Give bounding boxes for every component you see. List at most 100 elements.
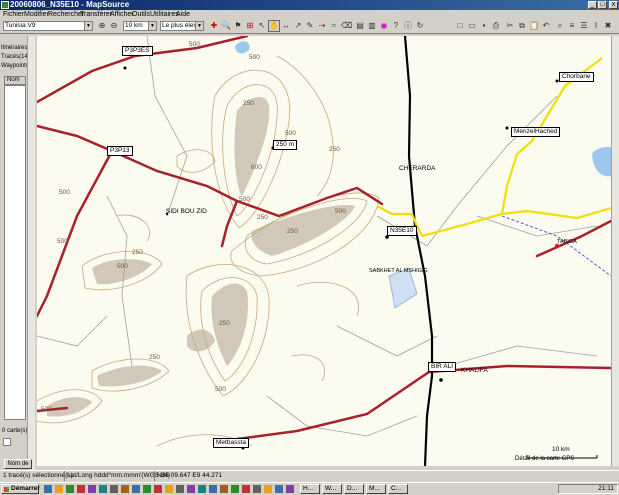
- quicklaunch-icon[interactable]: [253, 485, 261, 493]
- quicklaunch-icon[interactable]: [110, 485, 118, 493]
- menu-transferer[interactable]: Transférer: [80, 10, 112, 19]
- paste-icon[interactable]: 📋: [529, 21, 539, 31]
- properties-icon[interactable]: ≡: [567, 21, 577, 31]
- waypoint-bir-ali[interactable]: BIR ALI: [428, 362, 457, 372]
- menu-outils[interactable]: Outils: [132, 10, 150, 19]
- quicklaunch-icon[interactable]: [242, 485, 250, 493]
- map-tool-icon[interactable]: ✚: [209, 21, 219, 31]
- pencil-icon[interactable]: ✎: [305, 21, 315, 31]
- quicklaunch-icon[interactable]: [66, 485, 74, 493]
- print-icon[interactable]: ⎙: [491, 21, 501, 31]
- route-tool-icon[interactable]: ⇢: [317, 21, 327, 31]
- undo-icon[interactable]: ↶: [541, 21, 551, 31]
- minimize-button[interactable]: _: [588, 1, 597, 9]
- open-folder-icon[interactable]: ▭: [467, 21, 477, 31]
- menu-aide[interactable]: Aide: [176, 10, 190, 19]
- map-vertical-scrollbar[interactable]: [611, 36, 619, 466]
- zoom-tool-icon[interactable]: 🔍: [221, 21, 231, 31]
- copy-icon[interactable]: ⧉: [517, 21, 527, 31]
- menu-modifier[interactable]: Modifier: [24, 10, 49, 19]
- close-button[interactable]: x: [609, 1, 618, 9]
- redo-icon[interactable]: ↻: [415, 21, 425, 31]
- new-file-icon[interactable]: □: [455, 21, 465, 31]
- quicklaunch-icon[interactable]: [176, 485, 184, 493]
- selection-tool-icon[interactable]: ⊞: [245, 21, 255, 31]
- maximize-button[interactable]: □: [598, 1, 607, 9]
- highway: [403, 36, 434, 466]
- find-icon[interactable]: ⌕: [555, 21, 565, 31]
- delete-icon[interactable]: ✖: [603, 21, 613, 31]
- quicklaunch-icon[interactable]: [44, 485, 52, 493]
- menu-rechercher[interactable]: Rechercher: [48, 10, 84, 19]
- waypoint-tabiga[interactable]: TABIGA: [557, 238, 577, 246]
- waypoint-menzel-hached[interactable]: MenzelHached: [511, 127, 561, 137]
- waypoint-n35e10[interactable]: N35E10: [387, 226, 417, 236]
- quicklaunch-icon[interactable]: [286, 485, 294, 493]
- quicklaunch-icon[interactable]: [88, 485, 96, 493]
- map-canvas[interactable]: [37, 36, 611, 466]
- quicklaunch-icon[interactable]: [275, 485, 283, 493]
- taskbar-item[interactable]: M...: [366, 484, 386, 494]
- name-button[interactable]: Nom de: [4, 459, 32, 469]
- globe-icon[interactable]: ◉: [379, 21, 389, 31]
- erase-icon[interactable]: ⌫: [341, 21, 352, 31]
- hand-tool-icon[interactable]: ✋: [268, 20, 280, 32]
- move-icon[interactable]: ↔: [281, 21, 291, 31]
- graph-icon[interactable]: ⌇: [591, 21, 601, 31]
- menu-fichier[interactable]: Fichier: [3, 10, 24, 19]
- waypoint-p3p13[interactable]: P3P13: [107, 146, 133, 156]
- zoom-in-icon[interactable]: ⊕: [97, 21, 107, 31]
- quicklaunch-icon[interactable]: [77, 485, 85, 493]
- zoom-level-select[interactable]: 10 km ▼: [123, 21, 157, 31]
- waypoint-metbassta[interactable]: Metbassta: [213, 438, 249, 448]
- taskbar-item[interactable]: H...: [300, 484, 320, 494]
- gps-receive-icon[interactable]: ▤: [355, 21, 365, 31]
- quicklaunch-icon[interactable]: [220, 485, 228, 493]
- altitude-mode-select[interactable]: Le plus élevé ▼: [160, 21, 204, 31]
- quicklaunch-icon[interactable]: [231, 485, 239, 493]
- quicklaunch-icon[interactable]: [264, 485, 272, 493]
- track-tool-icon[interactable]: ≈: [329, 21, 339, 31]
- save-icon[interactable]: ▪: [479, 21, 489, 31]
- taskbar: Démarrer H... W... D... M... C... 21:11: [0, 482, 619, 495]
- tracks-list[interactable]: [4, 85, 26, 420]
- waypoint-flag-icon[interactable]: ⚑: [233, 21, 243, 31]
- quicklaunch-icon[interactable]: [187, 485, 195, 493]
- tab-waypoints[interactable]: Waypoints(13): [1, 62, 28, 70]
- select-arrow-icon[interactable]: ↖: [257, 21, 267, 31]
- tab-itineraires[interactable]: Itinéraires: [1, 44, 28, 52]
- menu-afficher[interactable]: Afficher: [110, 10, 134, 19]
- quicklaunch-icon[interactable]: [132, 485, 140, 493]
- zoom-out-icon[interactable]: ⊖: [109, 21, 119, 31]
- list-header[interactable]: Nom: [4, 76, 26, 85]
- gps-send-icon[interactable]: ▥: [367, 21, 377, 31]
- quicklaunch-icon[interactable]: [209, 485, 217, 493]
- scale-label: 10 km: [552, 446, 570, 453]
- include-checkbox[interactable]: [3, 438, 11, 446]
- layers-icon[interactable]: ☰: [579, 21, 589, 31]
- quicklaunch-icon[interactable]: [121, 485, 129, 493]
- tab-traces[interactable]: Tracés(14): [1, 53, 28, 61]
- info-icon[interactable]: ⓘ: [403, 21, 413, 31]
- quicklaunch-icon[interactable]: [143, 485, 151, 493]
- quicklaunch-icon[interactable]: [154, 485, 162, 493]
- quicklaunch-icon[interactable]: [198, 485, 206, 493]
- quicklaunch-icon[interactable]: [55, 485, 63, 493]
- taskbar-item[interactable]: C...: [388, 484, 408, 494]
- help-icon[interactable]: ?: [391, 21, 401, 31]
- cut-icon[interactable]: ✂: [505, 21, 515, 31]
- measure-icon[interactable]: ↗: [293, 21, 303, 31]
- quicklaunch-icon[interactable]: [99, 485, 107, 493]
- taskbar-item[interactable]: W...: [322, 484, 342, 494]
- mapsource-app-icon: [1, 1, 9, 9]
- quicklaunch-icon[interactable]: [165, 485, 173, 493]
- map-product-value: Tunisia V9: [5, 22, 36, 29]
- panel-scrollbar[interactable]: [27, 36, 35, 470]
- taskbar-item[interactable]: D...: [344, 484, 364, 494]
- map-product-select[interactable]: Tunisia V9 ▼: [3, 21, 93, 31]
- menu-utilitaires[interactable]: Utilitaires: [150, 10, 179, 19]
- waypoint-chorbane[interactable]: Chorbane: [559, 72, 594, 82]
- map-view[interactable]: CHERARDA SIDI BOU ZID SABKHET AL MSHIGIG…: [37, 36, 611, 466]
- waypoint-p3p3es[interactable]: P3P3ES: [122, 46, 153, 56]
- start-button[interactable]: Démarrer: [1, 484, 40, 494]
